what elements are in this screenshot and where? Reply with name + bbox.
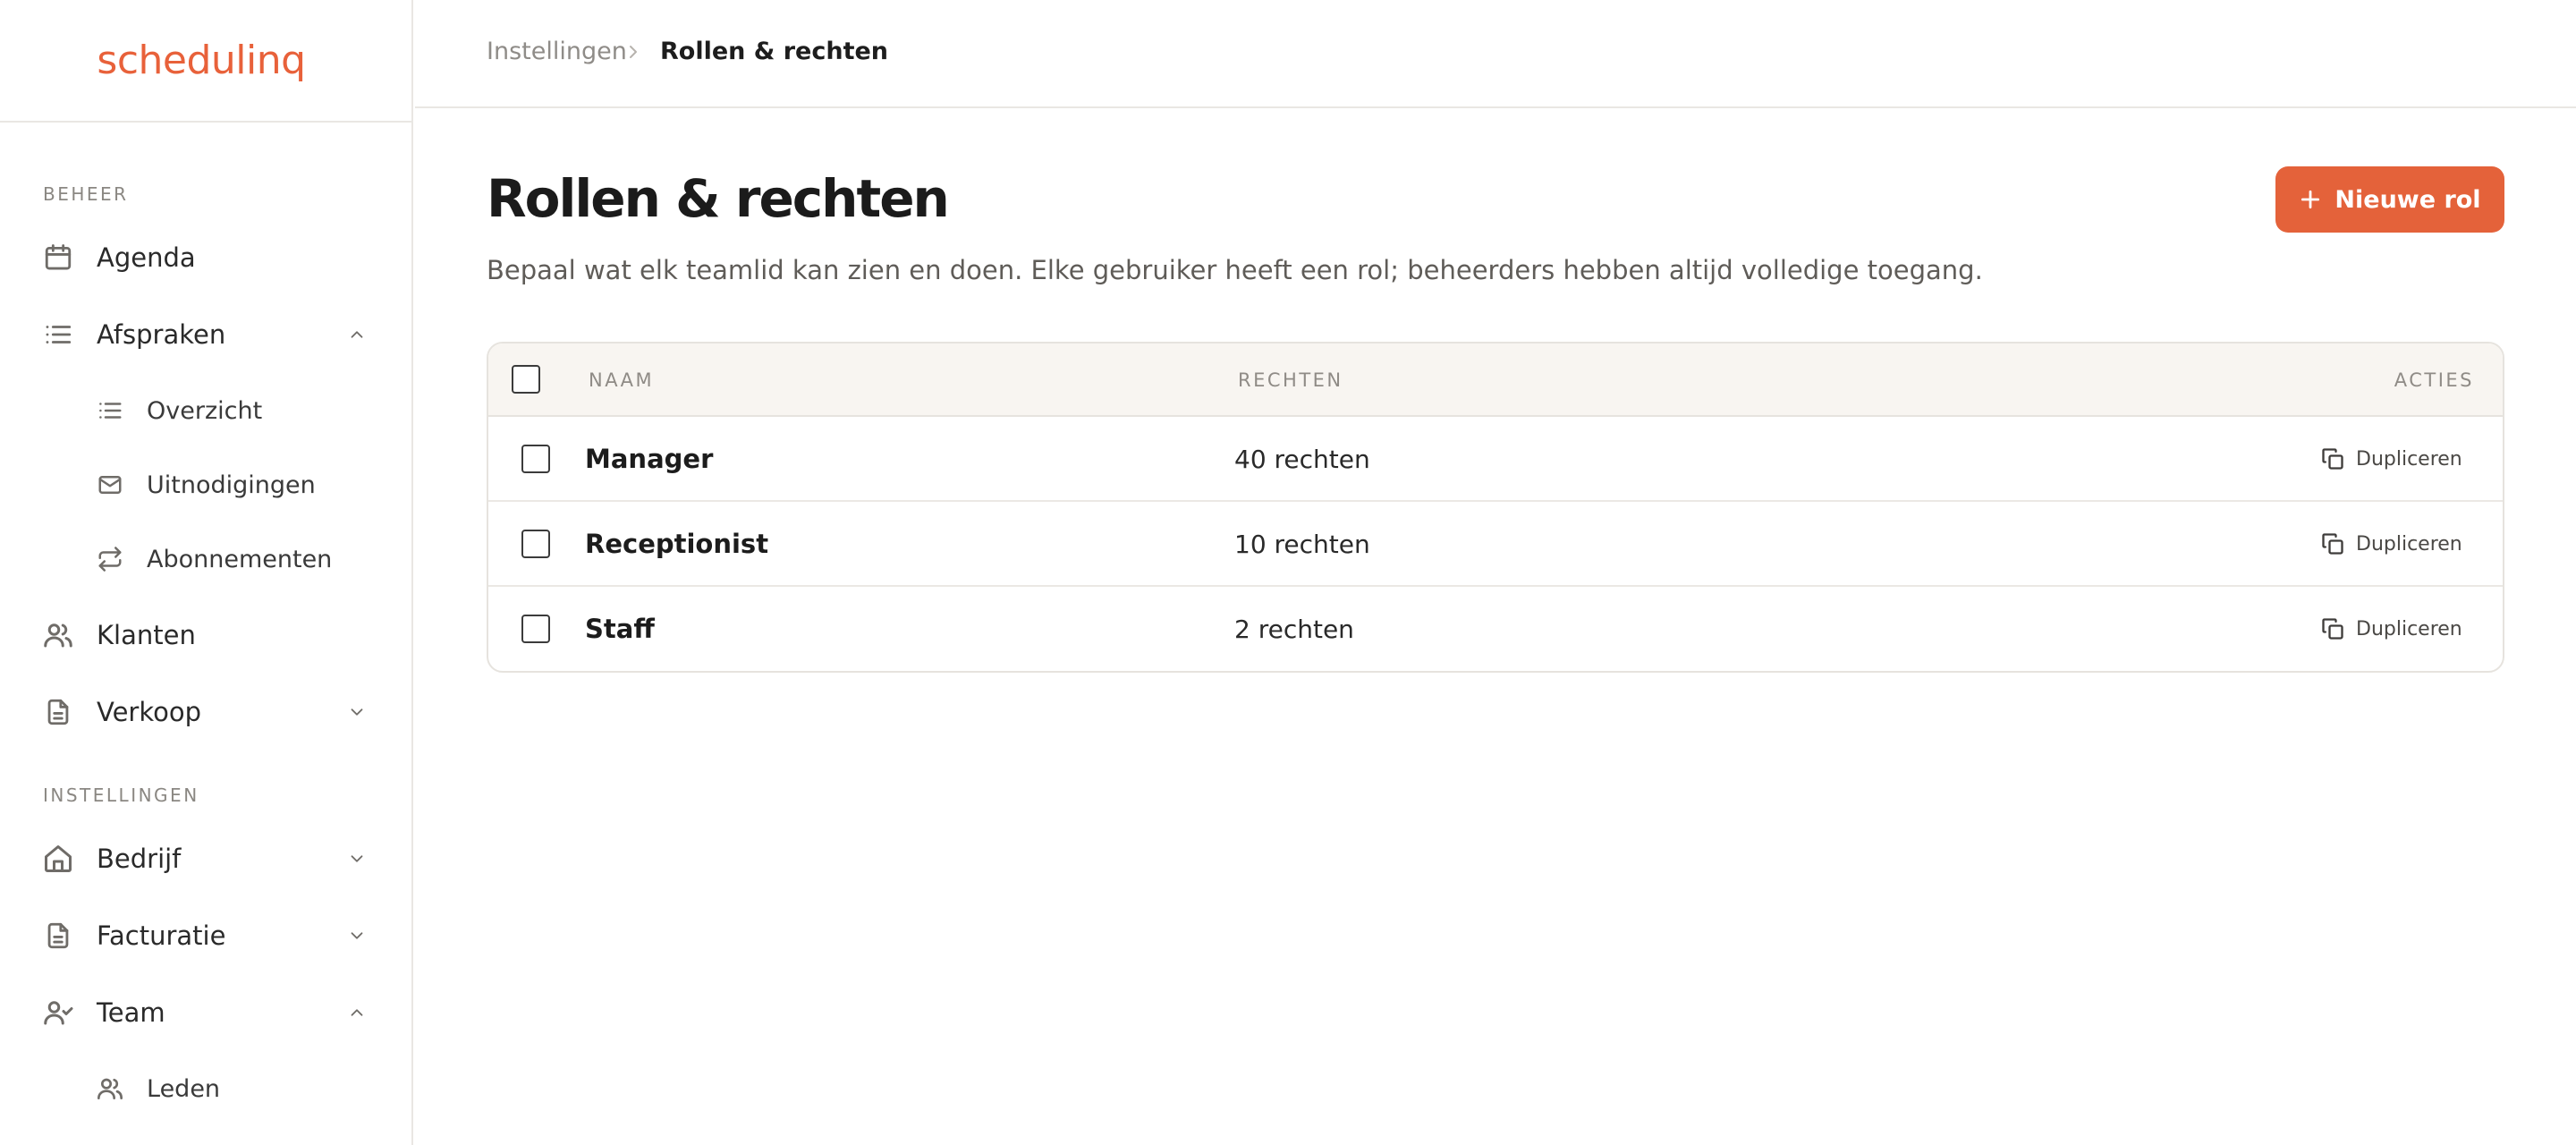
table-row[interactable]: Staff 2 rechten Dupliceren bbox=[488, 587, 2503, 671]
mail-icon bbox=[95, 470, 125, 500]
chevron-right-icon bbox=[623, 41, 644, 63]
logo[interactable]: schedulinq bbox=[97, 38, 306, 83]
sidebar-item-bedrijf[interactable]: Bedrijf bbox=[0, 830, 411, 887]
sidebar-item-facturatie[interactable]: Facturatie bbox=[0, 907, 411, 964]
page-description: Bepaal wat elk teamlid kan zien en doen.… bbox=[487, 255, 1983, 285]
sidebar-item-afspraken[interactable]: Afspraken bbox=[0, 306, 411, 363]
role-name[interactable]: Manager bbox=[585, 444, 713, 474]
user-check-icon bbox=[41, 996, 75, 1030]
sidebar-item-label: Afspraken bbox=[97, 319, 226, 350]
copy-icon bbox=[2322, 618, 2343, 640]
select-all-checkbox[interactable] bbox=[512, 365, 540, 394]
users-icon bbox=[41, 618, 75, 652]
sidebar-item-label: Agenda bbox=[97, 242, 196, 273]
chevron-down-icon[interactable] bbox=[345, 847, 369, 870]
topbar: Instellingen Rollen & rechten bbox=[415, 0, 2576, 108]
sidebar-item-agenda[interactable]: Agenda bbox=[0, 229, 411, 286]
column-header-acties: ACTIES bbox=[2394, 369, 2474, 391]
duplicate-button[interactable]: Dupliceren bbox=[2320, 614, 2462, 644]
role-name[interactable]: Receptionist bbox=[585, 529, 768, 559]
sidebar-subitem-label: Leden bbox=[147, 1074, 221, 1103]
chevron-down-icon[interactable] bbox=[345, 924, 369, 947]
breadcrumb-parent-link[interactable]: Instellingen bbox=[487, 38, 627, 65]
sidebar-item-verkoop[interactable]: Verkoop bbox=[0, 683, 411, 741]
sidebar-subitem-leden[interactable]: Leden bbox=[0, 1062, 411, 1115]
duplicate-label: Dupliceren bbox=[2356, 532, 2462, 556]
sidebar: schedulinq BEHEER Agenda Afspraken Overz… bbox=[0, 0, 413, 1145]
table-header: NAAM RECHTEN ACTIES bbox=[488, 344, 2503, 417]
role-rights-count: 10 rechten bbox=[1234, 530, 1370, 559]
chevron-up-icon[interactable] bbox=[345, 323, 369, 346]
calendar-icon bbox=[41, 241, 75, 275]
sidebar-subitem-label: Uitnodigingen bbox=[147, 471, 316, 499]
sidebar-item-team[interactable]: Team bbox=[0, 984, 411, 1041]
home-icon bbox=[41, 842, 75, 876]
copy-icon bbox=[2322, 448, 2343, 470]
chevron-down-icon[interactable] bbox=[345, 700, 369, 724]
row-checkbox[interactable] bbox=[521, 445, 550, 473]
copy-icon bbox=[2322, 533, 2343, 555]
role-rights-count: 2 rechten bbox=[1234, 615, 1354, 644]
sidebar-subitem-abonnementen[interactable]: Abonnementen bbox=[0, 532, 411, 586]
table-row[interactable]: Receptionist 10 rechten Dupliceren bbox=[488, 502, 2503, 587]
plus-icon bbox=[2301, 190, 2320, 209]
sidebar-item-label: Facturatie bbox=[97, 920, 226, 951]
section-label-instellingen: INSTELLINGEN bbox=[43, 785, 199, 806]
sidebar-item-label: Klanten bbox=[97, 620, 196, 650]
role-name[interactable]: Staff bbox=[585, 614, 655, 644]
column-header-naam: NAAM bbox=[589, 369, 655, 391]
table-row[interactable]: Manager 40 rechten Dupliceren bbox=[488, 417, 2503, 502]
breadcrumb-current: Rollen & rechten bbox=[660, 38, 889, 65]
users-icon bbox=[95, 1073, 125, 1104]
sidebar-item-label: Team bbox=[97, 997, 165, 1028]
new-role-button[interactable]: Nieuwe rol bbox=[2275, 166, 2504, 233]
document-icon bbox=[41, 695, 75, 729]
roles-table: NAAM RECHTEN ACTIES Manager 40 rechten D… bbox=[487, 342, 2504, 673]
chevron-up-icon[interactable] bbox=[345, 1001, 369, 1024]
sidebar-item-label: Verkoop bbox=[97, 697, 202, 727]
column-header-rechten: RECHTEN bbox=[1238, 369, 1343, 391]
list-icon bbox=[95, 395, 125, 426]
duplicate-label: Dupliceren bbox=[2356, 447, 2462, 471]
sidebar-item-klanten[interactable]: Klanten bbox=[0, 606, 411, 664]
sidebar-subitem-overzicht[interactable]: Overzicht bbox=[0, 384, 411, 437]
duplicate-button[interactable]: Dupliceren bbox=[2320, 444, 2462, 474]
document-icon bbox=[41, 919, 75, 953]
row-checkbox[interactable] bbox=[521, 615, 550, 643]
row-checkbox[interactable] bbox=[521, 530, 550, 558]
duplicate-button[interactable]: Dupliceren bbox=[2320, 529, 2462, 559]
page-title: Rollen & rechten bbox=[487, 168, 950, 229]
sidebar-subitem-label: Abonnementen bbox=[147, 545, 333, 573]
new-role-button-label: Nieuwe rol bbox=[2334, 185, 2481, 214]
sidebar-subitem-uitnodigingen[interactable]: Uitnodigingen bbox=[0, 458, 411, 512]
duplicate-label: Dupliceren bbox=[2356, 617, 2462, 640]
sidebar-subitem-label: Overzicht bbox=[147, 396, 263, 425]
section-label-beheer: BEHEER bbox=[43, 183, 129, 205]
list-icon bbox=[41, 318, 75, 352]
role-rights-count: 40 rechten bbox=[1234, 445, 1370, 474]
logo-area: schedulinq bbox=[0, 0, 411, 123]
sidebar-item-label: Bedrijf bbox=[97, 844, 182, 874]
repeat-icon bbox=[95, 544, 125, 574]
